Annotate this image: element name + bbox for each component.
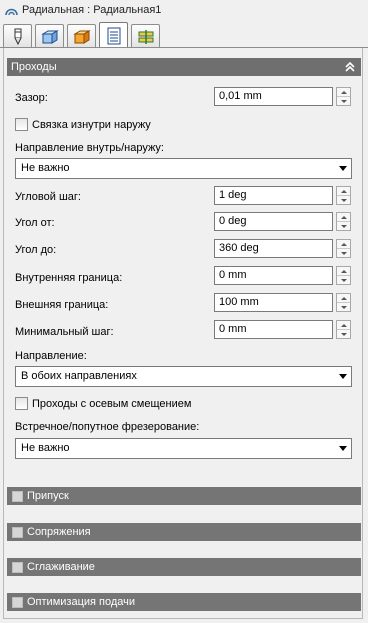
direction-value: В обоих направлениях [21,370,137,382]
radial-toolpath-icon [5,8,18,15]
tab-stock[interactable] [35,24,64,48]
tab-toolpath[interactable] [99,22,128,48]
direction-inout-select[interactable]: Не важно [15,158,352,179]
checkbox-icon[interactable] [15,118,28,131]
spin-down-icon[interactable] [337,329,350,338]
angle-from-spinner[interactable] [336,212,351,231]
spin-down-icon[interactable] [337,221,350,230]
milling-select[interactable]: Не важно [15,438,352,459]
chevron-down-icon[interactable] [339,374,347,379]
spin-down-icon[interactable] [337,248,350,257]
levels-icon [138,29,153,44]
direction-select[interactable]: В обоих направлениях [15,366,352,387]
angle-from-input[interactable]: 0 deg [214,212,333,231]
window-title: Радиальная : Радиальная1 [22,4,162,16]
passes-section-title: Проходы [11,61,57,73]
milling-label: Встречное/попутное фрезерование: [15,421,200,433]
min-step-label: Минимальный шаг: [15,326,114,338]
gap-spinner[interactable] [336,87,351,106]
direction-label: Направление: [15,350,87,362]
feed-optimization-section-header[interactable]: Оптимизация подачи [7,593,361,611]
toolpath-icon [107,27,120,44]
smoothing-section-header[interactable]: Сглаживание [7,558,361,576]
inner-bound-spinner[interactable] [336,266,351,285]
allowance-section-title: Припуск [27,490,69,502]
checkbox-icon[interactable] [12,526,23,538]
chevron-down-icon[interactable] [339,166,347,171]
collapse-icon[interactable] [343,60,357,74]
spin-down-icon[interactable] [337,195,350,204]
checkbox-icon[interactable] [12,561,23,573]
title-bar: Радиальная : Радиальная1 [0,0,368,20]
feed-optimization-section-title: Оптимизация подачи [27,596,136,608]
spin-up-icon[interactable] [337,88,350,96]
spin-down-icon[interactable] [337,275,350,284]
angle-to-label: Угол до: [15,244,57,256]
milling-value: Не важно [21,442,70,454]
tab-bar [3,22,163,48]
model-box-icon [72,29,91,44]
angle-from-label: Угол от: [15,217,55,229]
outer-bound-input[interactable]: 100 mm [214,293,333,312]
axial-offset-checkbox[interactable]: Проходы с осевым смещением [15,397,191,410]
inner-bound-input[interactable]: 0 mm [214,266,333,285]
link-inside-out-label: Связка изнутри наружу [32,118,151,131]
checkbox-icon[interactable] [12,490,23,502]
checkbox-icon[interactable] [15,397,28,410]
passes-section-header[interactable]: Проходы [7,58,361,76]
properties-panel: Проходы Зазор: 0,01 mm Связка изнутри на… [3,48,363,619]
angle-step-label: Угловой шаг: [15,191,81,203]
stock-box-icon [40,29,59,44]
angle-step-input[interactable]: 1 deg [214,186,333,205]
outer-bound-label: Внешняя граница: [15,299,109,311]
direction-inout-value: Не важно [21,162,70,174]
tab-tool[interactable] [3,24,32,48]
gap-label: Зазор: [15,92,48,104]
linking-section-title: Сопряжения [27,526,91,538]
direction-inout-label: Направление внутрь/наружу: [15,142,164,154]
link-inside-out-checkbox[interactable]: Связка изнутри наружу [15,118,151,131]
linking-section-header[interactable]: Сопряжения [7,523,361,541]
tab-levels[interactable] [131,24,160,48]
axial-offset-label: Проходы с осевым смещением [32,397,192,410]
angle-step-spinner[interactable] [336,186,351,205]
min-step-input[interactable]: 0 mm [214,320,333,339]
gap-input[interactable]: 0,01 mm [214,87,333,106]
spin-up-icon[interactable] [337,187,350,195]
tool-icon [14,28,21,45]
tab-model[interactable] [67,24,96,48]
spin-down-icon[interactable] [337,96,350,105]
angle-to-input[interactable]: 360 deg [214,239,333,258]
spin-up-icon[interactable] [337,240,350,248]
inner-bound-label: Внутренняя граница: [15,272,123,284]
spin-up-icon[interactable] [337,294,350,302]
outer-bound-spinner[interactable] [336,293,351,312]
chevron-down-icon[interactable] [339,446,347,451]
spin-up-icon[interactable] [337,321,350,329]
allowance-section-header[interactable]: Припуск [7,487,361,505]
angle-to-spinner[interactable] [336,239,351,258]
spin-down-icon[interactable] [337,302,350,311]
smoothing-section-title: Сглаживание [27,561,95,573]
spin-up-icon[interactable] [337,267,350,275]
spin-up-icon[interactable] [337,213,350,221]
min-step-spinner[interactable] [336,320,351,339]
checkbox-icon[interactable] [12,596,23,608]
